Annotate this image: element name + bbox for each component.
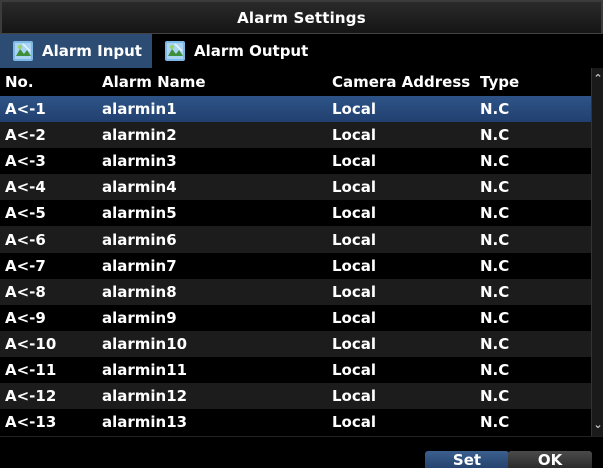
cell-type: N.C [480, 360, 510, 379]
table-row[interactable]: A<-9 alarmin9 Local N.C [0, 304, 591, 331]
alarm-settings-window: Alarm Settings Alarm Input Alarm Output [0, 0, 603, 468]
cell-no: A<-13 [5, 413, 57, 432]
table-row[interactable]: A<-6 alarmin6 Local N.C [0, 226, 591, 253]
table-row[interactable]: A<-7 alarmin7 Local N.C [0, 252, 591, 279]
cell-type: N.C [480, 230, 510, 249]
cell-alarm-name: alarmin13 [102, 413, 188, 432]
scroll-up-icon[interactable]: ⌃ [592, 72, 603, 86]
column-header-no[interactable]: No. [5, 68, 34, 96]
scrollbar[interactable]: ⌃ ⌄ [591, 68, 603, 436]
cell-camera-address: Local [332, 334, 377, 353]
cell-camera-address: Local [332, 152, 377, 171]
cell-camera-address: Local [332, 387, 377, 406]
cell-camera-address: Local [332, 360, 377, 379]
cell-camera-address: Local [332, 178, 377, 197]
cell-no: A<-5 [5, 204, 46, 223]
table-row[interactable]: A<-2 alarmin2 Local N.C [0, 122, 591, 149]
cell-alarm-name: alarmin6 [102, 230, 177, 249]
cell-no: A<-6 [5, 230, 46, 249]
cell-type: N.C [480, 100, 510, 119]
tab-bar: Alarm Input Alarm Output [0, 34, 603, 68]
cell-no: A<-2 [5, 126, 46, 145]
cell-camera-address: Local [332, 413, 377, 432]
ok-button[interactable]: OK [508, 451, 592, 468]
cell-camera-address: Local [332, 308, 377, 327]
cell-type: N.C [480, 413, 510, 432]
table-row[interactable]: A<-3 alarmin3 Local N.C [0, 148, 591, 175]
scroll-down-icon[interactable]: ⌄ [592, 418, 603, 432]
title-bar: Alarm Settings [0, 0, 603, 34]
cell-no: A<-9 [5, 308, 46, 327]
column-header-alarm-name[interactable]: Alarm Name [102, 68, 206, 96]
table-row[interactable]: A<-1 alarmin1 Local N.C [0, 96, 591, 123]
cell-alarm-name: alarmin3 [102, 152, 177, 171]
cell-alarm-name: alarmin1 [102, 100, 177, 119]
cell-camera-address: Local [332, 256, 377, 275]
cell-alarm-name: alarmin11 [102, 360, 188, 379]
table-row[interactable]: A<-11 alarmin11 Local N.C [0, 356, 591, 384]
cell-no: A<-1 [5, 100, 46, 119]
cell-alarm-name: alarmin8 [102, 282, 177, 301]
cell-no: A<-3 [5, 152, 46, 171]
cell-alarm-name: alarmin9 [102, 308, 177, 327]
cell-alarm-name: alarmin4 [102, 178, 177, 197]
cell-alarm-name: alarmin10 [102, 334, 188, 353]
table-row[interactable]: A<-10 alarmin10 Local N.C [0, 330, 591, 357]
set-button[interactable]: Set [425, 451, 509, 468]
cell-camera-address: Local [332, 100, 377, 119]
table-row[interactable]: A<-4 alarmin4 Local N.C [0, 174, 591, 201]
tab-alarm-output-label: Alarm Output [193, 42, 309, 60]
cell-no: A<-11 [5, 360, 57, 379]
cell-camera-address: Local [332, 204, 377, 223]
column-header-type[interactable]: Type [480, 68, 519, 96]
cell-alarm-name: alarmin7 [102, 256, 177, 275]
cell-alarm-name: alarmin12 [102, 387, 188, 406]
table-header: No. Alarm Name Camera Address Type [0, 68, 591, 96]
table-row[interactable]: A<-12 alarmin12 Local N.C [0, 383, 591, 410]
alarm-output-icon [164, 41, 185, 61]
cell-no: A<-4 [5, 178, 46, 197]
cell-type: N.C [480, 308, 510, 327]
cell-no: A<-12 [5, 387, 57, 406]
footer-bar: Set OK [0, 436, 603, 468]
table-row[interactable]: A<-5 alarmin5 Local N.C [0, 200, 591, 227]
tab-alarm-input-label: Alarm Input [42, 42, 142, 60]
cell-type: N.C [480, 334, 510, 353]
alarm-input-icon [13, 41, 33, 61]
cell-type: N.C [480, 152, 510, 171]
table-row[interactable]: A<-13 alarmin13 Local N.C [0, 409, 591, 436]
cell-type: N.C [480, 282, 510, 301]
tab-alarm-output[interactable]: Alarm Output [152, 34, 318, 68]
cell-alarm-name: alarmin5 [102, 204, 177, 223]
cell-type: N.C [480, 256, 510, 275]
cell-type: N.C [480, 126, 510, 145]
cell-camera-address: Local [332, 126, 377, 145]
cell-no: A<-10 [5, 334, 57, 353]
cell-camera-address: Local [332, 230, 377, 249]
alarm-input-list: A<-1 alarmin1 Local N.C A<-2 alarmin2 Local N.C… [0, 96, 591, 436]
column-header-camera-address[interactable]: Camera Address [332, 68, 470, 96]
cell-camera-address: Local [332, 282, 377, 301]
table-row[interactable]: A<-8 alarmin8 Local N.C [0, 278, 591, 305]
cell-alarm-name: alarmin2 [102, 126, 177, 145]
tab-alarm-input[interactable]: Alarm Input [0, 34, 152, 68]
cell-no: A<-8 [5, 282, 46, 301]
cell-type: N.C [480, 204, 510, 223]
cell-type: N.C [480, 387, 510, 406]
window-title: Alarm Settings [237, 8, 366, 27]
cell-no: A<-7 [5, 256, 46, 275]
cell-type: N.C [480, 178, 510, 197]
